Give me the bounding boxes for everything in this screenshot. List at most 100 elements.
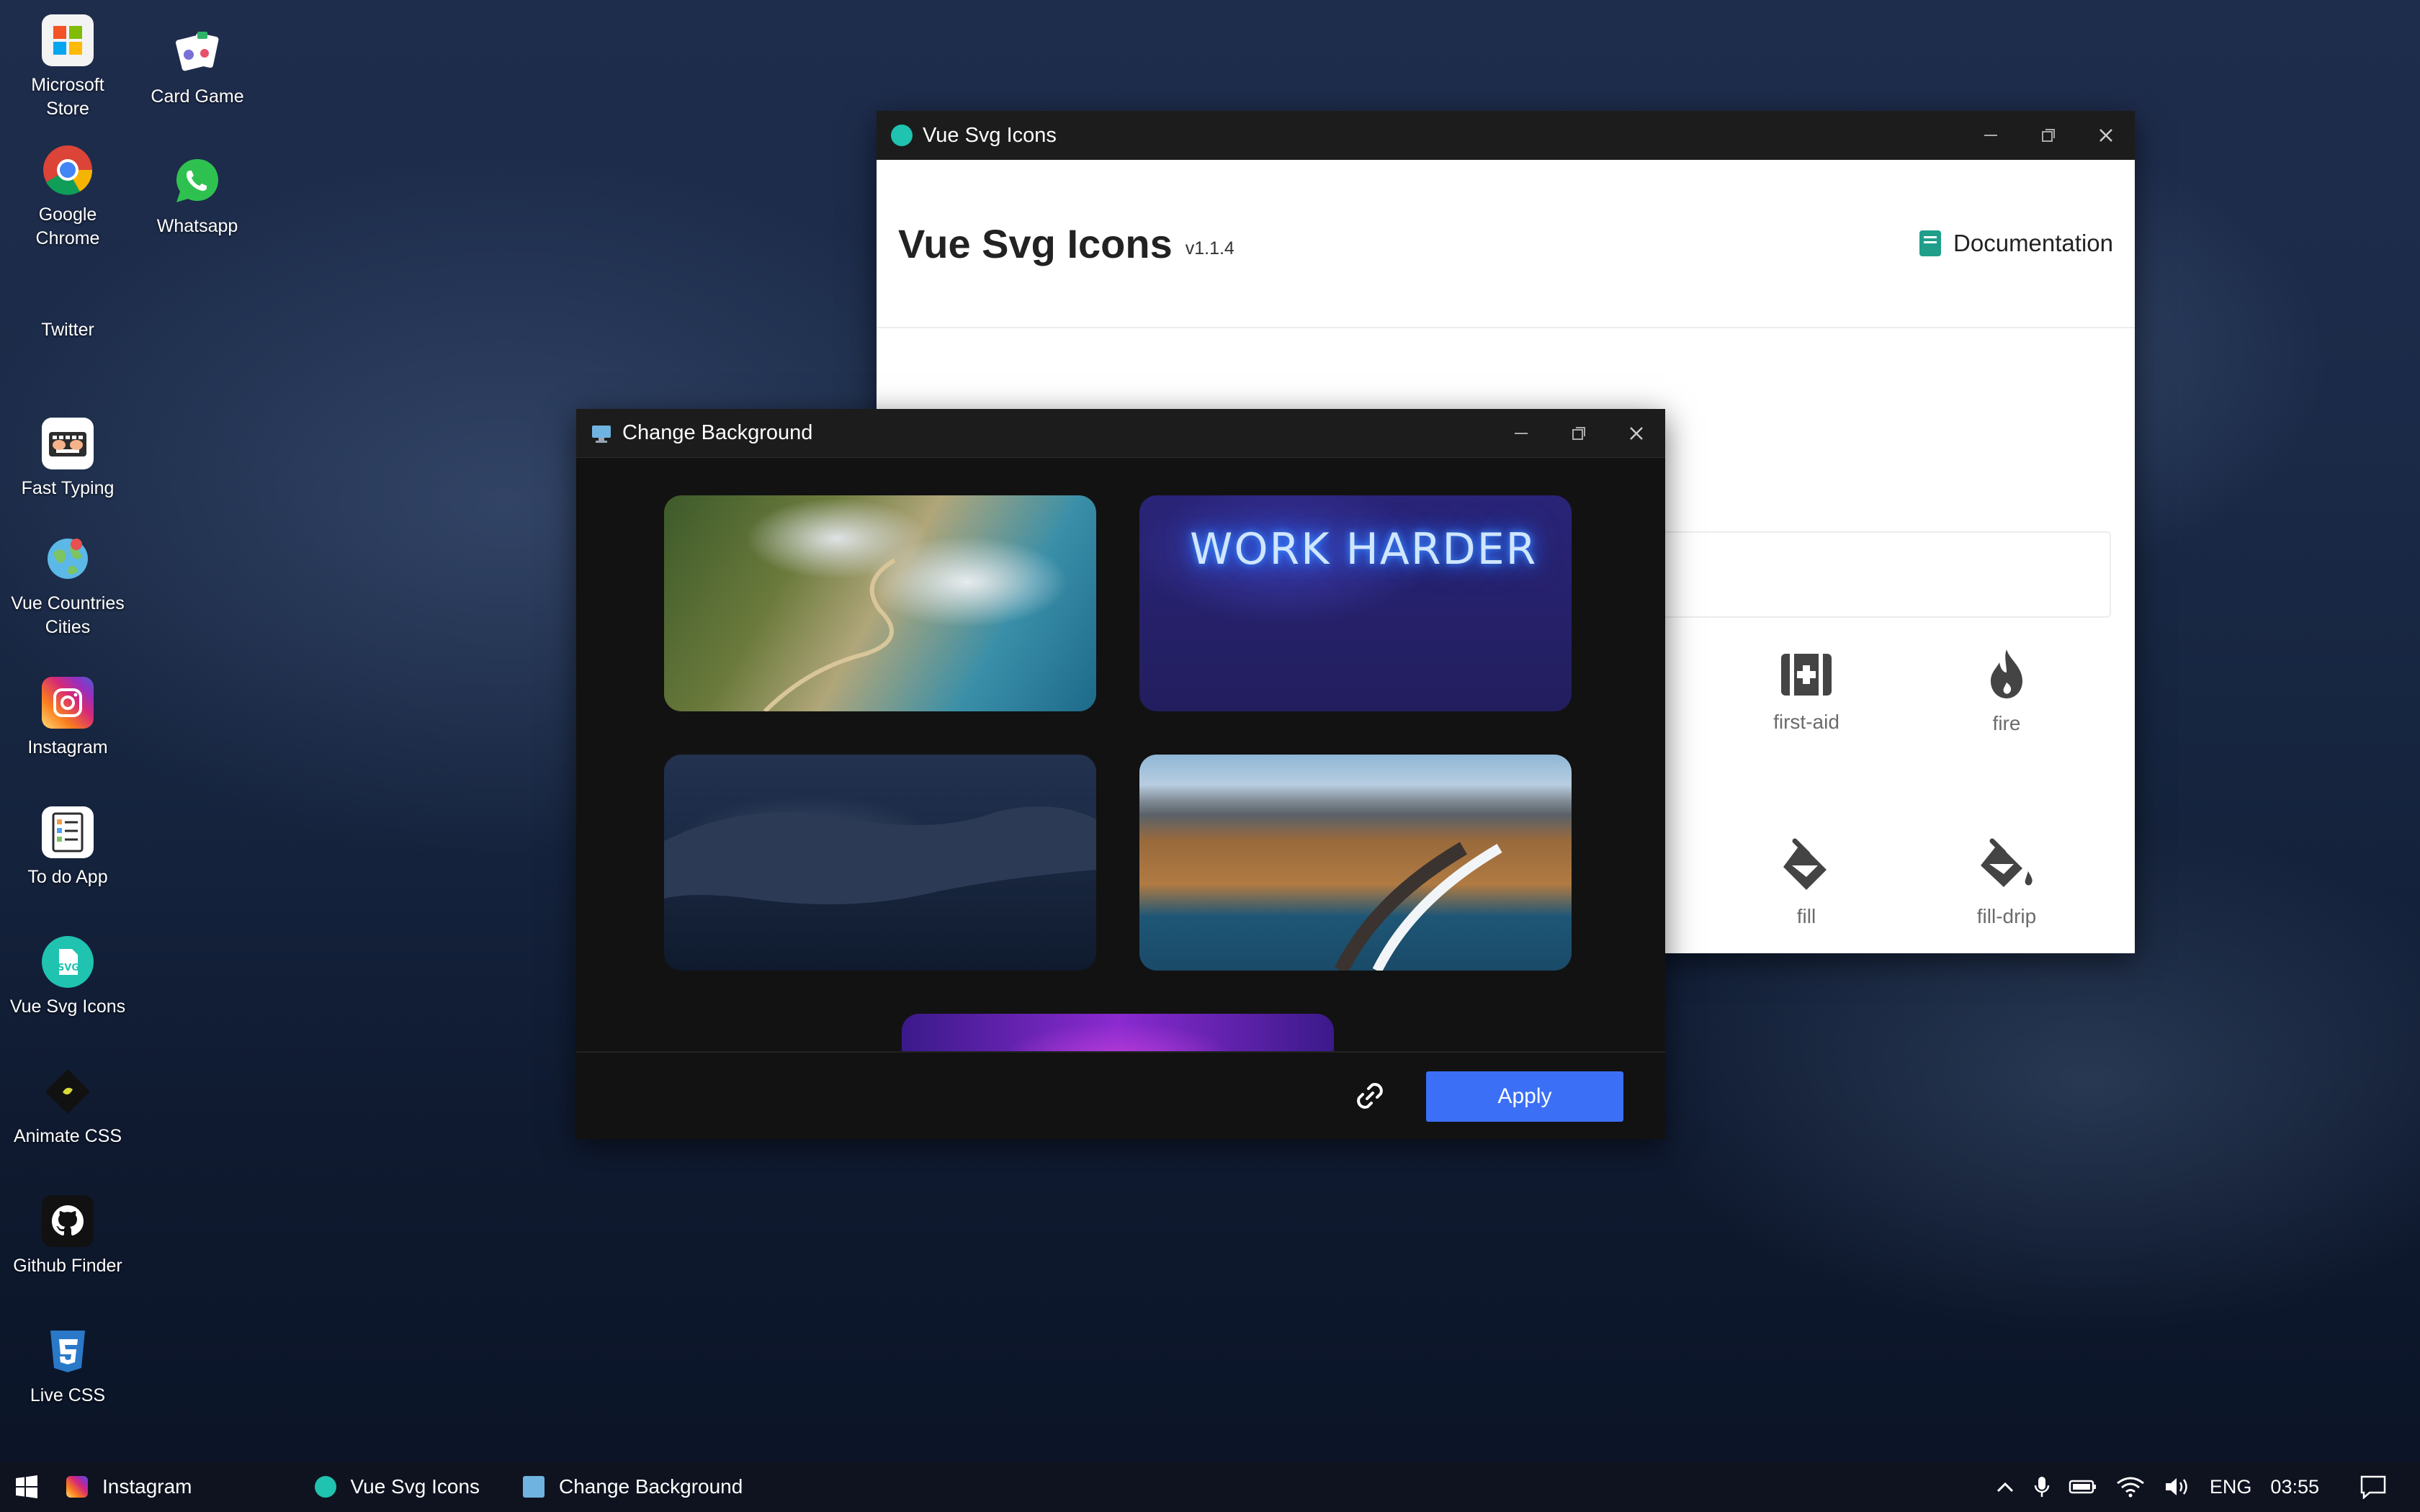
close-button[interactable] xyxy=(2077,111,2135,160)
taskbar-item-instagram[interactable]: Instagram xyxy=(66,1475,192,1498)
fill-drip-icon xyxy=(1981,838,2033,887)
desktop-icon-label: Microsoft xyxy=(31,75,104,95)
taskbar-item-label: Instagram xyxy=(102,1475,192,1498)
wallpaper-purple-gradient[interactable] xyxy=(902,1014,1334,1053)
icon-name: fill-drip xyxy=(1976,905,2037,927)
maximize-button[interactable] xyxy=(2020,111,2077,160)
desktop-icon-vue-svg-icons[interactable]: SVG Vue Svg Icons xyxy=(3,936,133,1019)
desktop-icon-animate-css[interactable]: Animate CSS xyxy=(3,1066,133,1148)
desktop-icon-label: Live CSS xyxy=(30,1385,106,1405)
desktop-icon-instagram[interactable]: Instagram xyxy=(3,677,133,760)
neon-sign-text: WORK HARDER xyxy=(1190,524,1538,575)
chevron-up-icon[interactable] xyxy=(1995,1480,2015,1494)
documentation-label: Documentation xyxy=(1953,230,2113,256)
desktop-icon-label: To do App xyxy=(27,867,108,887)
desktop-icon-label: Instagram xyxy=(27,737,108,757)
wallpaper-dark-coastline[interactable] xyxy=(664,755,1096,971)
language-indicator[interactable]: ENG xyxy=(2210,1476,2252,1498)
apply-button[interactable]: Apply xyxy=(1426,1071,1623,1122)
desktop-icon-label: Github Finder xyxy=(13,1256,122,1276)
wallpaper-coastal-road-clouds[interactable] xyxy=(664,495,1096,711)
fire-icon xyxy=(1991,649,2022,698)
minimize-button[interactable] xyxy=(1962,111,2020,160)
icon-search-input[interactable] xyxy=(1654,531,2111,618)
link-button[interactable] xyxy=(1350,1076,1390,1116)
monitor-icon xyxy=(592,425,611,443)
desktop-icon-label: Google xyxy=(38,204,97,225)
book-icon xyxy=(1919,230,1942,256)
css3-icon xyxy=(42,1325,94,1377)
notification-icon[interactable] xyxy=(2360,1475,2387,1499)
desktop-icon-microsoft-store[interactable]: Microsoft Store xyxy=(3,14,133,121)
desktop-icon-google-chrome[interactable]: Google Chrome xyxy=(3,144,133,251)
taskbar-item-vue-svg-icons[interactable]: Vue Svg Icons xyxy=(314,1475,480,1498)
desktop-icon-label: Fast Typing xyxy=(21,478,115,498)
globe-icon xyxy=(42,533,94,585)
github-icon xyxy=(42,1195,94,1247)
link-icon xyxy=(1357,1083,1383,1109)
bg-window-footer: Apply xyxy=(576,1051,1665,1139)
volume-icon[interactable] xyxy=(2164,1476,2191,1498)
svg-file-icon: SVG xyxy=(42,936,94,988)
desktop-icon-live-css[interactable]: Live CSS xyxy=(3,1325,133,1408)
battery-icon[interactable] xyxy=(2069,1479,2097,1495)
wifi-icon[interactable] xyxy=(2116,1476,2145,1498)
desktop-icon-github-finder[interactable]: Github Finder xyxy=(3,1195,133,1278)
icon-name: fire xyxy=(1992,712,2021,734)
whatsapp-icon xyxy=(171,156,223,207)
keyboard-hands-icon xyxy=(42,418,94,469)
window-title: Vue Svg Icons xyxy=(923,123,1057,147)
card-game-icon xyxy=(171,26,223,78)
icon-name: fill xyxy=(1796,905,1816,927)
minimize-button[interactable] xyxy=(1492,409,1550,458)
desktop-icon-twitter[interactable]: Twitter xyxy=(3,259,133,342)
desktop-icon-label: Animate CSS xyxy=(13,1126,122,1146)
windows-icon xyxy=(16,1475,37,1498)
desktop-icon-label: Vue Svg Icons xyxy=(9,996,126,1017)
close-button[interactable] xyxy=(1608,409,1665,458)
chrome-icon xyxy=(42,144,94,196)
taskbar-item-change-background[interactable]: Change Background xyxy=(523,1475,743,1498)
todo-list-icon xyxy=(42,806,94,858)
desktop-icon-card-game[interactable]: Card Game xyxy=(133,26,262,109)
desktop-icon-todo-app[interactable]: To do App xyxy=(3,806,133,889)
instagram-icon xyxy=(66,1476,88,1498)
instagram-icon xyxy=(42,677,94,729)
bg-window-titlebar[interactable]: Change Background xyxy=(576,409,1665,458)
first-aid-icon xyxy=(1781,654,1832,696)
brand-title: Vue Svg Icons xyxy=(898,220,1173,266)
microsoft-store-icon xyxy=(42,14,94,66)
desktop-icon-vue-countries[interactable]: Vue Countries Cities xyxy=(3,533,133,639)
fill-icon xyxy=(1783,838,1827,890)
icon-tile-fill[interactable]: fill xyxy=(1727,838,1886,928)
microphone-icon[interactable] xyxy=(2034,1475,2050,1498)
start-button[interactable] xyxy=(1,1462,52,1512)
change-background-window[interactable]: Change Background WORK HARDER Apply xyxy=(576,409,1665,1139)
wallpaper-work-harder-neon[interactable]: WORK HARDER xyxy=(1139,495,1572,711)
desktop-icon-label: Vue Countries xyxy=(11,593,125,613)
desktop-icon-label: Twitter xyxy=(41,320,94,340)
system-tray: ENG 03:55 xyxy=(1995,1475,2420,1499)
icon-name: first-aid xyxy=(1773,711,1839,733)
vue-window-titlebar[interactable]: Vue Svg Icons xyxy=(877,111,2135,160)
desktop-icon-label: Store xyxy=(46,99,89,119)
wallpaper-black-sand-beach[interactable] xyxy=(1139,755,1572,971)
desktop-icon-whatsapp[interactable]: Whatsapp xyxy=(133,156,262,238)
icon-tile-fill-drip[interactable]: fill-drip xyxy=(1927,838,2086,928)
icon-tile-fire[interactable]: fire xyxy=(1927,648,2086,735)
desktop-icon-label: Card Game xyxy=(151,86,244,107)
window-title: Change Background xyxy=(622,421,813,444)
desktop-icon-label: Chrome xyxy=(35,228,100,248)
vue-app-icon xyxy=(891,125,913,146)
desktop-icon-fast-typing[interactable]: Fast Typing xyxy=(3,418,133,500)
desktop-icon-label: Whatsapp xyxy=(156,216,238,236)
version-label: v1.1.4 xyxy=(1185,238,1234,258)
clock[interactable]: 03:55 xyxy=(2270,1476,2319,1498)
taskbar-item-label: Vue Svg Icons xyxy=(350,1475,480,1498)
svg-file-icon xyxy=(314,1476,336,1498)
icon-tile-first-aid[interactable]: first-aid xyxy=(1727,651,1886,734)
documentation-link[interactable]: Documentation xyxy=(1917,229,2113,258)
twitter-icon xyxy=(42,259,94,311)
maximize-button[interactable] xyxy=(1550,409,1608,458)
taskbar-item-label: Change Background xyxy=(559,1475,743,1498)
